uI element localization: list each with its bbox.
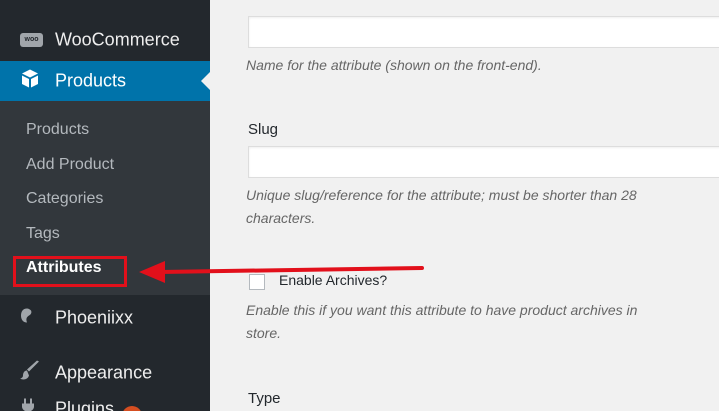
menu-appearance[interactable]: Appearance — [0, 352, 210, 394]
menu-phoeniixx-label: Phoeniixx — [55, 307, 134, 328]
archives-description-line1: Enable this if you want this attribute t… — [246, 302, 638, 318]
plugins-update-badge — [122, 406, 142, 411]
enable-archives-label[interactable]: Enable Archives? — [279, 272, 387, 288]
box-icon — [20, 69, 40, 94]
menu-appearance-label: Appearance — [55, 362, 153, 383]
name-input[interactable] — [248, 16, 719, 48]
slug-description-line2: characters. — [246, 210, 316, 226]
menu-phoeniixx[interactable]: Phoeniixx — [0, 297, 210, 339]
archives-description-line2: store. — [246, 325, 282, 341]
menu-plugins[interactable]: Plugins — [0, 394, 210, 411]
menu-woocommerce-label: WooCommerce — [55, 29, 180, 50]
paintbrush-icon — [20, 360, 40, 386]
menu-woocommerce[interactable]: woo WooCommerce — [0, 20, 210, 60]
submenu-add-product[interactable]: Add Product — [26, 156, 114, 174]
slug-description-line1: Unique slug/reference for the attribute;… — [246, 187, 637, 203]
menu-products[interactable]: Products — [0, 61, 210, 101]
menu-products-label: Products — [55, 70, 127, 91]
attribute-form: Name for the attribute (shown on the fro… — [210, 0, 719, 411]
submenu-products[interactable]: Products — [26, 121, 89, 139]
submenu-categories[interactable]: Categories — [26, 190, 103, 208]
menu-plugins-label: Plugins — [55, 398, 115, 411]
woo-logo-icon: woo — [20, 33, 43, 47]
type-label: Type — [248, 390, 281, 407]
submenu-tags[interactable]: Tags — [26, 225, 60, 243]
enable-archives-checkbox[interactable] — [249, 274, 265, 290]
phoeniixx-icon — [20, 308, 34, 329]
slug-label: Slug — [248, 121, 279, 138]
attributes-highlight-box — [13, 256, 127, 287]
name-description: Name for the attribute (shown on the fro… — [246, 57, 542, 73]
admin-sidebar: woo WooCommerce Products Products Add Pr… — [0, 0, 210, 411]
plugin-icon — [20, 398, 38, 411]
current-menu-pointer — [201, 72, 210, 90]
slug-input[interactable] — [248, 146, 719, 178]
